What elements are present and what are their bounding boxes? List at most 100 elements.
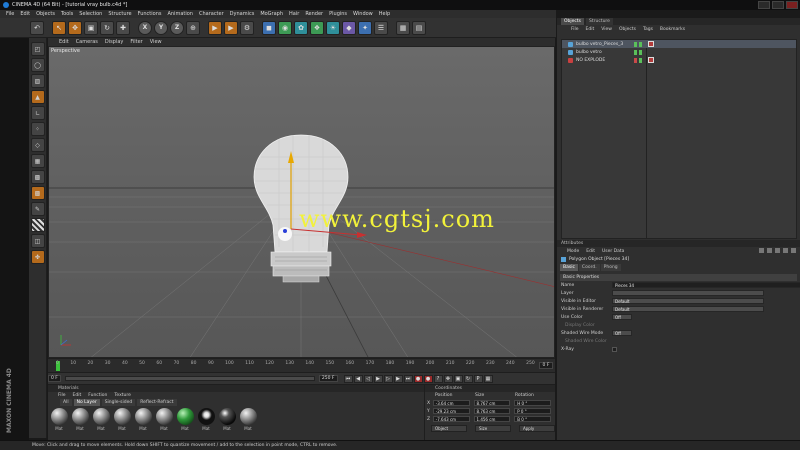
uv-polygons-icon[interactable]: ▩ [30, 186, 45, 200]
perspective-viewport[interactable]: Perspective www.cgtsj.com [48, 46, 555, 358]
axis-mode-icon[interactable]: ∟ [30, 106, 45, 120]
coordinate-mode-select[interactable]: Object [431, 425, 467, 432]
visibility-flags[interactable] [634, 57, 642, 63]
tab-basic[interactable]: Basic [560, 264, 578, 271]
scene-icon[interactable]: ☀ [326, 20, 340, 35]
objects-menu-view[interactable]: View [601, 27, 612, 32]
material-swatch[interactable]: Mat [197, 408, 215, 431]
lock-icon[interactable] [783, 248, 788, 253]
attributes-menu-mode[interactable]: Mode [567, 249, 579, 254]
preview-range-slider[interactable] [64, 376, 315, 381]
current-frame-field[interactable]: 0 F [539, 362, 553, 369]
rotation-b-field[interactable]: B 0 ° [514, 416, 551, 422]
parameter-key-icon[interactable]: P [473, 374, 483, 383]
property-value-field[interactable]: Pieces 34 [612, 282, 800, 288]
texture-mode-icon[interactable]: ▨ [30, 74, 45, 88]
scale-tool-icon[interactable]: ▣ [84, 20, 98, 35]
menu-file[interactable]: File [6, 11, 14, 17]
menu-character[interactable]: Character [199, 11, 224, 17]
viewport-menu-view[interactable]: View [150, 39, 162, 45]
objects-menu-tags[interactable]: Tags [643, 27, 653, 32]
menu-dynamics[interactable]: Dynamics [230, 11, 255, 17]
material-swatch[interactable]: Mat [50, 408, 68, 431]
array-icon[interactable]: ✿ [294, 20, 308, 35]
property-value-field[interactable]: Off [612, 314, 632, 320]
menu-help[interactable]: Help [379, 11, 390, 17]
point-level-icon[interactable]: ▦ [483, 374, 493, 383]
position-x-field[interactable]: -3.64 cm [432, 400, 470, 406]
menu-selection[interactable]: Selection [79, 11, 102, 17]
property-value-field[interactable]: Default [612, 306, 764, 312]
size-z-field[interactable]: 1.456 cm [473, 416, 511, 422]
close-button[interactable] [786, 1, 798, 9]
material-swatch[interactable]: Mat [155, 408, 173, 431]
edges-mode-icon[interactable]: ◇ [30, 138, 45, 152]
menu-animation[interactable]: Animation [167, 11, 193, 17]
render-settings-icon[interactable]: ⚙ [240, 20, 254, 35]
light-icon[interactable]: ✦ [358, 20, 372, 35]
object-mode-icon[interactable]: ▲ [30, 90, 45, 104]
position-z-field[interactable]: -7.643 cm [432, 416, 470, 422]
up-arrow-icon[interactable] [767, 248, 772, 253]
apply-button[interactable]: Apply [519, 425, 555, 432]
tab-structure[interactable]: Structure [586, 18, 613, 25]
tab-phong[interactable]: Phong [600, 264, 621, 271]
display-tag-icon[interactable] [648, 57, 654, 63]
layout-icon[interactable]: ▦ [396, 20, 410, 35]
move-tool-icon[interactable]: ✥ [68, 20, 82, 35]
rotate-tool-icon[interactable]: ↻ [100, 20, 114, 35]
tab-coord[interactable]: Coord. [578, 264, 600, 271]
size-x-field[interactable]: 8.767 cm [473, 400, 511, 406]
step-forward-icon[interactable]: ▷ [383, 374, 393, 383]
render-view-icon[interactable]: ▶ [208, 20, 222, 35]
size-y-field[interactable]: 8.763 cm [473, 408, 511, 414]
tree-item[interactable]: NO EXPLODE [562, 56, 796, 64]
model-mode-icon[interactable]: ◯ [30, 58, 45, 72]
material-tag-icon[interactable] [648, 41, 654, 47]
workplane-icon[interactable]: ◫ [30, 234, 45, 248]
go-to-end-icon[interactable]: ⏭ [403, 374, 413, 383]
rotation-p-field[interactable]: P 0 ° [514, 408, 551, 414]
xray-checkbox[interactable] [612, 346, 617, 352]
menu-plugins[interactable]: Plugins [329, 11, 347, 17]
basic-properties-section[interactable]: Basic Properties [560, 274, 797, 281]
rotation-h-field[interactable]: H 0 ° [514, 400, 551, 406]
visibility-flags[interactable] [634, 49, 642, 55]
search-icon[interactable] [775, 248, 780, 253]
menu-hair[interactable]: Hair [289, 11, 299, 17]
step-back-icon[interactable]: ◁ [363, 374, 373, 383]
nurbs-icon[interactable]: ◉ [278, 20, 292, 35]
z-axis-lock-button[interactable]: Z [170, 20, 184, 35]
y-axis-lock-button[interactable]: Y [154, 20, 168, 35]
visibility-flags[interactable] [634, 41, 642, 47]
layer-browser-icon[interactable]: ▤ [412, 20, 426, 35]
new-panel-icon[interactable] [791, 248, 796, 253]
minimize-button[interactable] [758, 1, 770, 9]
render-picture-viewer-icon[interactable]: ▶ [224, 20, 238, 35]
menu-render[interactable]: Render [305, 11, 323, 17]
menu-structure[interactable]: Structure [108, 11, 131, 17]
material-swatch[interactable]: Mat [113, 408, 131, 431]
layer-tab-reflect-refract[interactable]: Reflect-Refract [137, 399, 177, 406]
layer-tab-single-sided[interactable]: Single-sided [101, 399, 136, 406]
play-icon[interactable]: ▶ [373, 374, 383, 383]
objects-menu-objects[interactable]: Objects [619, 27, 636, 32]
keyframe-selection-icon[interactable]: ? [433, 374, 443, 383]
position-key-icon[interactable]: ✥ [443, 374, 453, 383]
size-mode-select[interactable]: Size [475, 425, 511, 432]
materials-menu-function[interactable]: Function [88, 393, 107, 398]
previous-key-icon[interactable]: ◀ [353, 374, 363, 383]
snap-icon[interactable] [30, 218, 45, 232]
coordinate-system-icon[interactable]: ⊕ [186, 20, 200, 35]
record-icon[interactable]: ● [413, 374, 423, 383]
rotation-key-icon[interactable]: ↻ [463, 374, 473, 383]
end-frame-field[interactable]: 250 F [318, 375, 338, 382]
property-value-field[interactable]: Off [612, 330, 632, 336]
objects-menu-file[interactable]: File [571, 27, 579, 32]
material-swatch[interactable]: Mat [92, 408, 110, 431]
recent-tool-icon[interactable]: ✚ [116, 20, 130, 35]
timeline-ruler[interactable]: 0 10 20 30 40 50 60 70 80 90 100 110 120… [48, 358, 555, 372]
property-value-field[interactable]: Default [612, 298, 764, 304]
materials-menu-file[interactable]: File [58, 393, 66, 398]
layer-tab-no-layer[interactable]: No Layer [73, 399, 100, 406]
